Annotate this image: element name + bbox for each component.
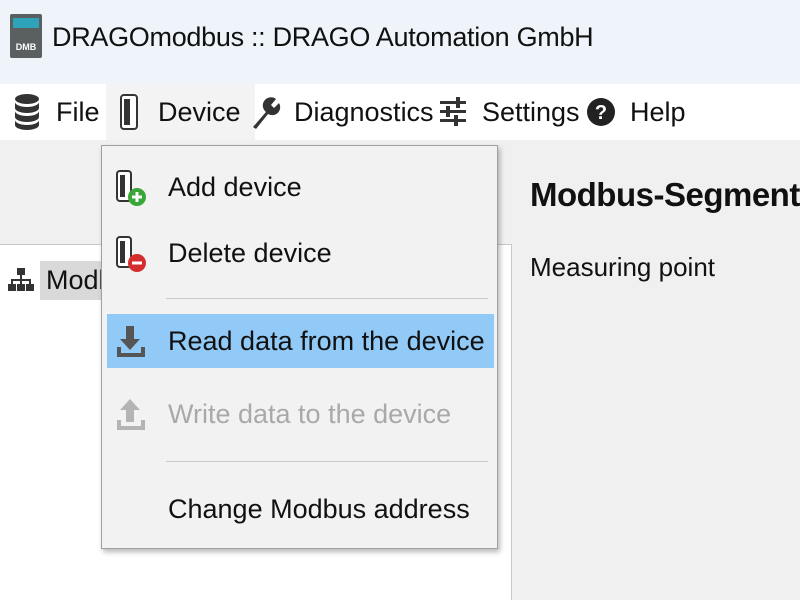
logo-text: DMB xyxy=(15,42,37,52)
menu-separator xyxy=(166,461,488,462)
menu-item-label: Add device xyxy=(168,171,302,202)
menu-item-write-data[interactable]: Write data to the device xyxy=(107,387,494,441)
menu-separator xyxy=(166,298,488,299)
menu-item-add-device[interactable]: Add device xyxy=(107,160,494,214)
menu-diagnostics[interactable]: Diagnostics xyxy=(248,84,434,140)
menu-bar: File Device Diagnostics Settings ? Help xyxy=(0,84,800,140)
device-add-icon xyxy=(113,169,149,207)
menu-help-label: Help xyxy=(630,96,686,127)
menu-item-label: Change Modbus address xyxy=(168,493,470,524)
menu-diagnostics-label: Diagnostics xyxy=(294,96,434,127)
menu-item-delete-device[interactable]: Delete device xyxy=(107,226,494,280)
menu-file[interactable]: File xyxy=(10,84,100,140)
measuring-point-label: Measuring point xyxy=(530,252,715,282)
menu-file-label: File xyxy=(56,96,100,127)
menu-item-read-data[interactable]: Read data from the device xyxy=(107,314,494,368)
device-delete-icon xyxy=(113,235,149,273)
menu-settings[interactable]: Settings xyxy=(436,84,580,140)
menu-settings-label: Settings xyxy=(482,96,580,127)
segment-title: Modbus-Segment xyxy=(530,176,800,213)
help-icon: ? xyxy=(584,92,618,132)
menu-device[interactable]: Device xyxy=(106,84,255,140)
device-dropdown-menu: Add device Delete device Read data from … xyxy=(101,145,498,549)
window-title: DRAGOmodbus :: DRAGO Automation GmbH xyxy=(52,22,594,52)
app-logo: DMB xyxy=(10,14,42,58)
menu-item-change-modbus-address[interactable]: Change Modbus address xyxy=(107,482,494,536)
device-icon xyxy=(112,92,146,132)
upload-icon xyxy=(113,396,149,434)
menu-item-label: Write data to the device xyxy=(168,398,452,429)
network-icon xyxy=(6,265,36,295)
database-icon xyxy=(10,92,44,132)
download-icon xyxy=(113,323,149,361)
menu-device-label: Device xyxy=(158,96,241,127)
title-bar: DMB DRAGOmodbus :: DRAGO Automation GmbH xyxy=(0,0,800,84)
menu-item-label: Delete device xyxy=(168,237,332,268)
menu-item-label: Read data from the device xyxy=(168,325,485,356)
menu-help[interactable]: ? Help xyxy=(584,84,686,140)
svg-text:?: ? xyxy=(595,102,607,124)
logo-top-band xyxy=(13,18,39,28)
sliders-icon xyxy=(436,92,470,132)
wrench-icon xyxy=(248,92,282,132)
